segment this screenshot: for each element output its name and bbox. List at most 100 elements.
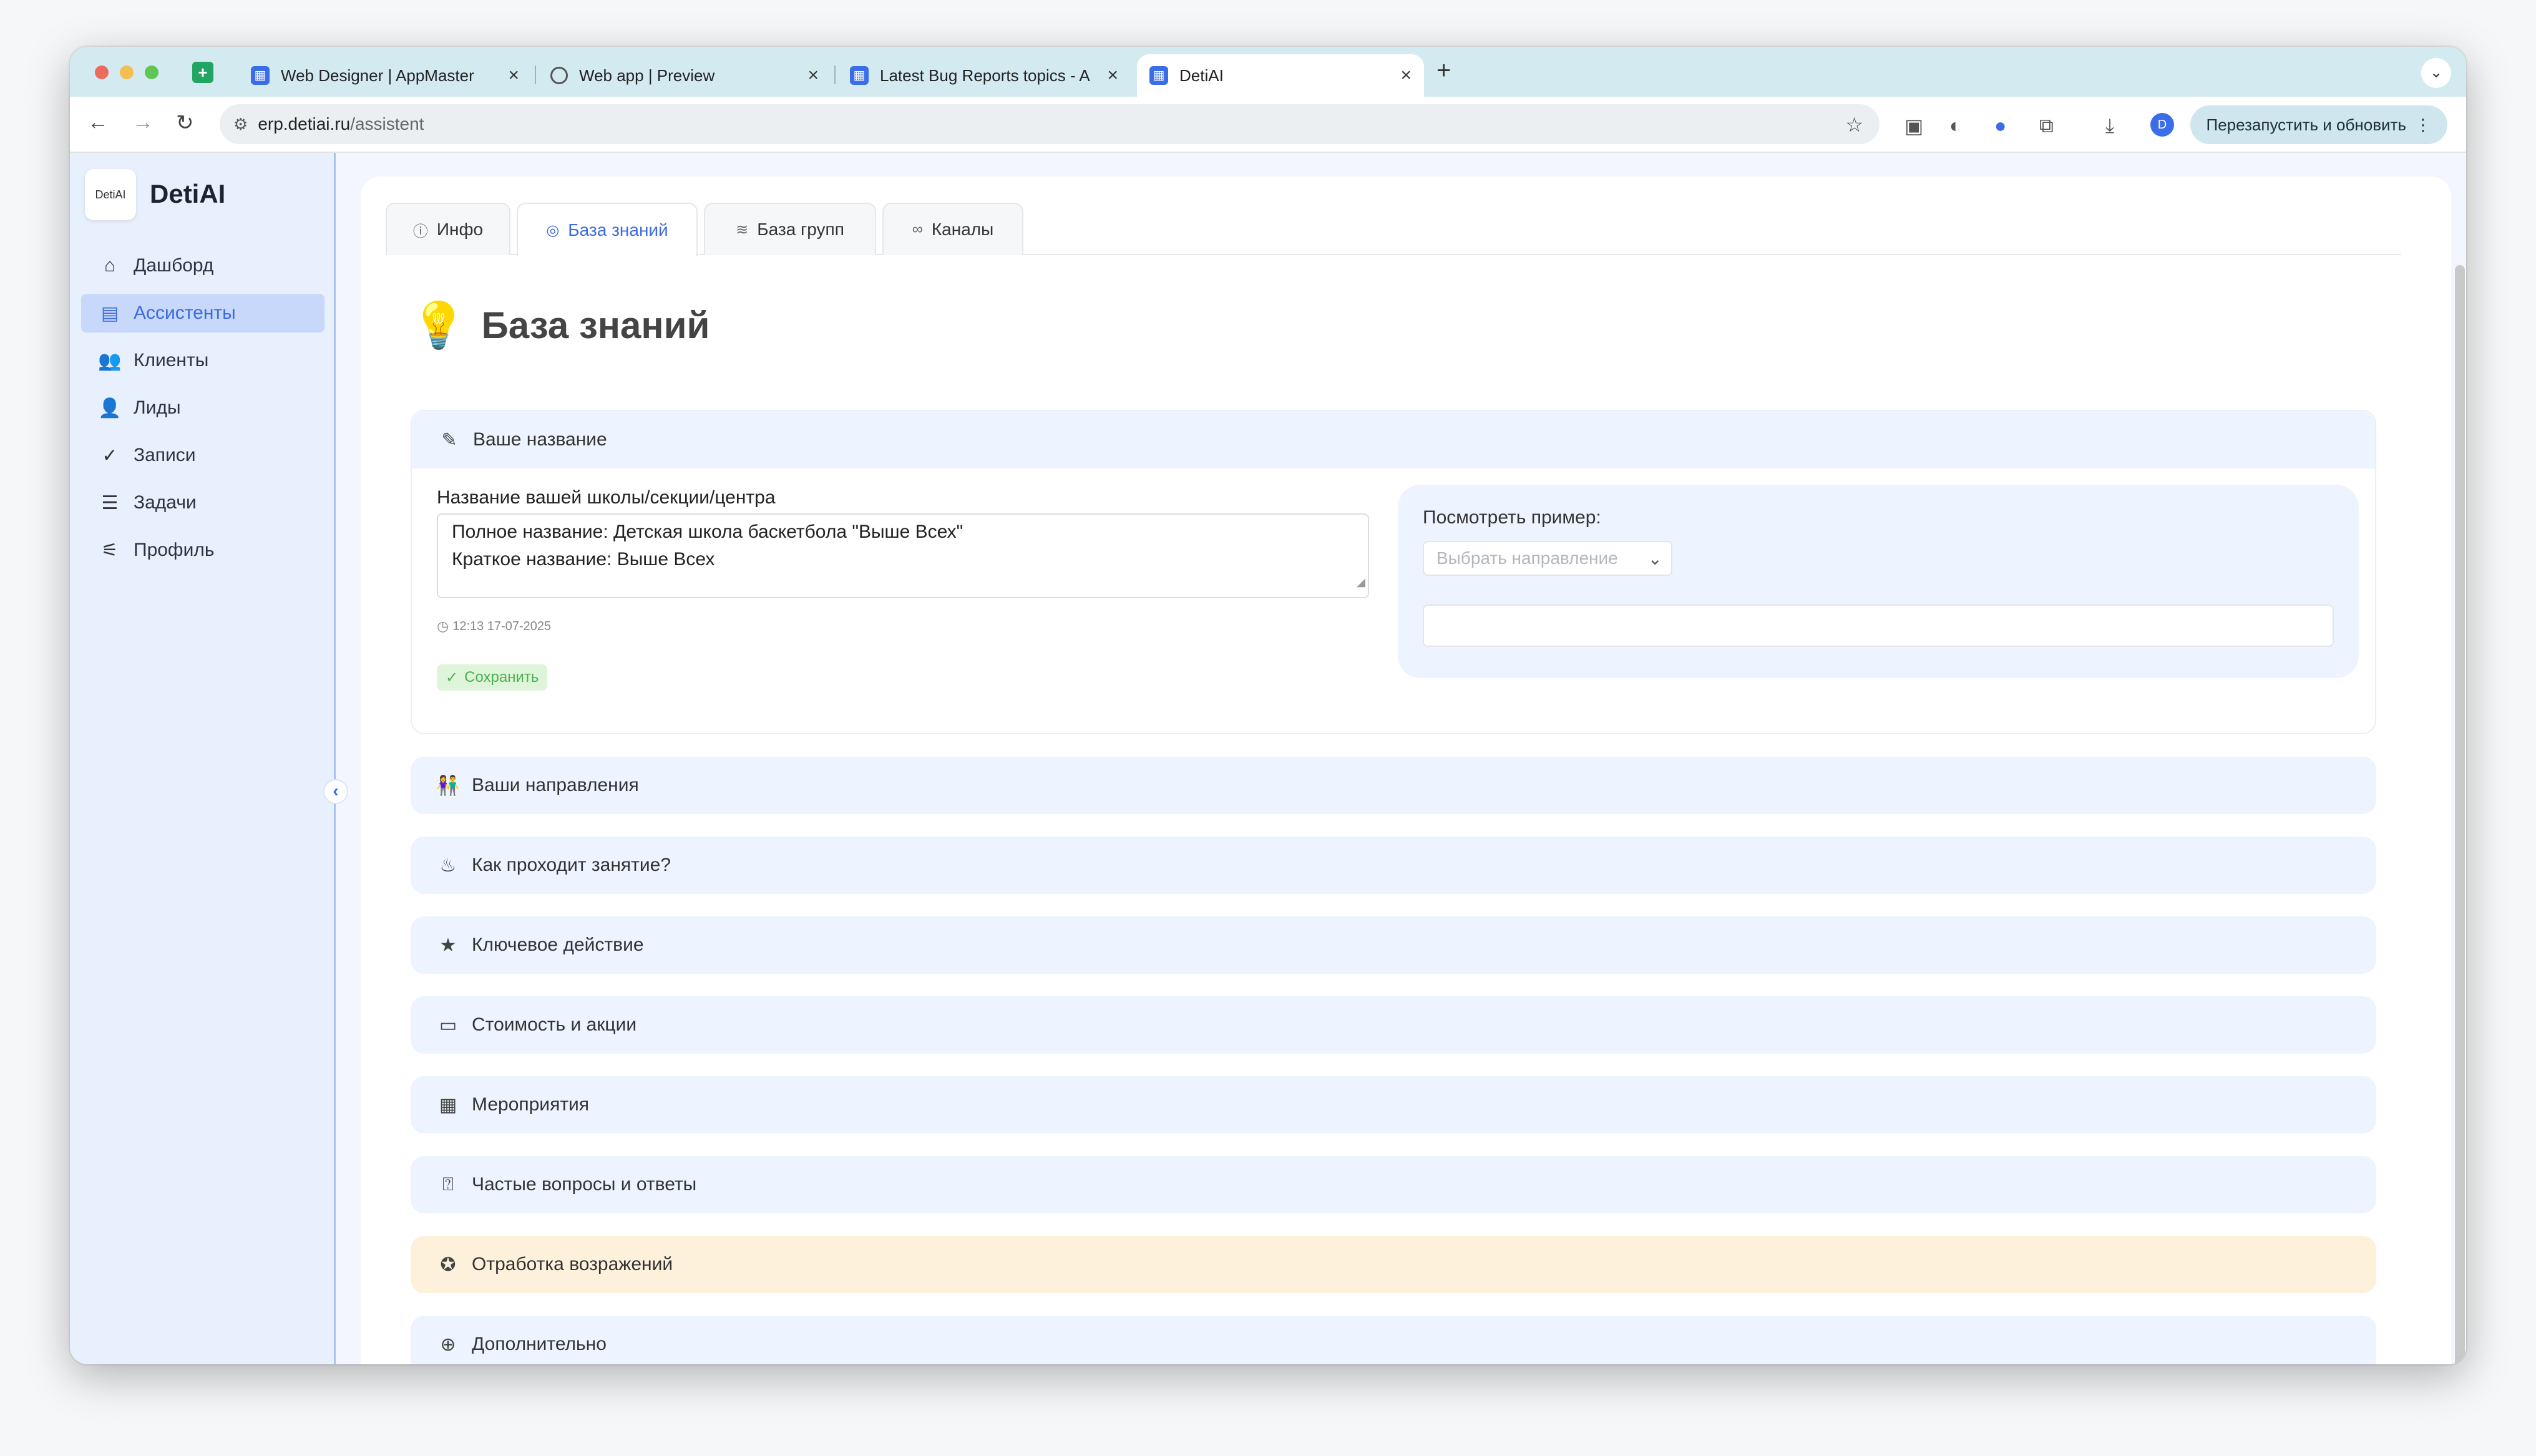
section-key-action[interactable]: ★ Ключевое действие (411, 916, 2376, 974)
tab-groups-base[interactable]: ≋ База групп (704, 203, 876, 255)
page-tabs: ⓘ Инфо ◎ База знаний ≋ База групп ∞ Кана… (386, 203, 2401, 256)
browser-tab[interactable]: ▦ Latest Bug Reports topics - A × (837, 54, 1131, 97)
site-settings-icon[interactable]: ⚙ (233, 115, 248, 134)
sheets-pinned-tab-icon[interactable]: + (192, 62, 213, 83)
section-directions[interactable]: 👫 Ваши направления (411, 757, 2376, 814)
appmaster-icon: ▦ (850, 66, 869, 85)
edit-icon: ✎ (441, 429, 457, 450)
sidebar-item-label: Задачи (134, 492, 197, 513)
example-output-field[interactable] (1423, 604, 2334, 647)
sidebar-item-dashboard[interactable]: ⌂ Дашборд (81, 246, 324, 285)
browser-window: + ▦ Web Designer | AppMaster × o Web app… (70, 47, 2466, 1364)
link-icon: ∞ (912, 221, 923, 238)
blue-dot-extension-icon[interactable]: ● (1994, 114, 2006, 137)
main-content: ⓘ Инфо ◎ База знаний ≋ База групп ∞ Кана… (361, 177, 2451, 1364)
flame-icon: ♨ (439, 855, 457, 876)
example-label: Посмотреть пример: (1423, 507, 1601, 528)
browser-tab-title: Web Designer | AppMaster (281, 66, 474, 85)
section-title: Отработка возражений (472, 1254, 673, 1274)
brain-icon: ◎ (546, 221, 560, 239)
sidebar-item-assistants[interactable]: ▤ Ассистенты (81, 294, 324, 332)
extension-icon[interactable]: ◐ (1949, 114, 1961, 137)
tab-separator (535, 66, 536, 84)
close-window-button[interactable] (95, 66, 109, 79)
new-tab-icon[interactable]: + (1436, 57, 1451, 85)
sidebar-item-clients[interactable]: 👥 Клиенты (81, 341, 324, 380)
app-area: DetiAI DetiAI ⌂ Дашборд ▤ Ассистенты 👥 К… (70, 153, 2466, 1364)
badge-icon: ✪ (440, 1254, 456, 1275)
close-tab-icon[interactable]: × (508, 65, 519, 86)
browser-toolbar: ← → ↻ ⚙ erp.detiai.ru/assistent ☆ ▣ ◐ ● … (70, 97, 2466, 153)
back-arrow-icon[interactable]: ← (87, 110, 109, 135)
section-objections[interactable]: ✪ Отработка возражений (411, 1236, 2376, 1293)
sidebar-item-label: Клиенты (134, 350, 209, 371)
star-icon: ★ (439, 934, 457, 956)
plus-circle-icon: ⊕ (440, 1334, 456, 1355)
tab-separator (834, 66, 836, 84)
section-events[interactable]: ▦ Мероприятия (411, 1076, 2376, 1133)
forward-arrow-icon[interactable]: → (132, 110, 154, 135)
address-bar[interactable]: ⚙ erp.detiai.ru/assistent ☆ (220, 104, 1880, 144)
name-section: ✎ Ваше название Название вашей школы/сек… (411, 410, 2376, 734)
close-tab-icon[interactable]: × (1107, 65, 1118, 86)
section-title: Частые вопросы и ответы (472, 1174, 697, 1195)
save-label: Сохранить (464, 669, 539, 686)
sliders-icon: ⚟ (101, 540, 119, 561)
timestamp-text: 12:13 17-07-2025 (452, 619, 552, 633)
app-name: DetiAI (150, 179, 226, 208)
sidebar-item-label: Лиды (134, 397, 181, 418)
section-pricing[interactable]: ▭ Стоимость и акции (411, 996, 2376, 1054)
tab-strip: + ▦ Web Designer | AppMaster × o Web app… (70, 47, 2466, 97)
tab-label: База знаний (568, 220, 668, 240)
tab-knowledge-base[interactable]: ◎ База знаний (517, 203, 698, 256)
sidebar-item-label: Ассистенты (134, 303, 236, 323)
school-name-value: Полное название: Детская школа баскетбол… (452, 522, 963, 570)
browser-tab[interactable]: o Web app | Preview × (538, 54, 831, 97)
school-name-label: Название вашей школы/секции/центра (437, 487, 776, 508)
check-icon: ✓ (446, 669, 459, 686)
sidebar-item-tasks[interactable]: ☰ Задачи (81, 483, 324, 522)
section-title: Как проходит занятие? (472, 855, 671, 875)
browser-tab[interactable]: ▦ Web Designer | AppMaster × (238, 54, 532, 97)
sidebar-item-label: Профиль (134, 540, 215, 560)
puzzle-extensions-icon[interactable]: ⧉ (2039, 114, 2054, 138)
list-icon: ☰ (101, 492, 119, 513)
section-title: Мероприятия (472, 1094, 590, 1115)
sidebar-item-leads[interactable]: 👤 Лиды (81, 389, 324, 427)
more-vertical-icon: ⋮ (2415, 115, 2431, 134)
section-title: Дополнительно (472, 1334, 607, 1354)
close-tab-icon[interactable]: × (1400, 65, 1412, 86)
section-faq[interactable]: ⍰ Частые вопросы и ответы (411, 1156, 2376, 1213)
resize-handle-icon[interactable]: ◢ (1357, 568, 1365, 596)
user-icon: 👤 (98, 397, 122, 419)
sidebar-item-label: Дашборд (134, 255, 214, 276)
zoom-window-button[interactable] (145, 66, 158, 79)
sidebar-item-records[interactable]: ✓ Записи (81, 436, 324, 475)
name-section-header[interactable]: ✎ Ваше название (412, 411, 2375, 468)
reload-icon[interactable]: ↻ (176, 110, 194, 135)
bookmark-star-icon[interactable]: ☆ (1845, 113, 1863, 137)
direction-select[interactable]: Выбрать направление ⌄ (1423, 541, 1672, 576)
example-panel: Посмотреть пример: Выбрать направление ⌄ (1398, 485, 2359, 678)
relaunch-label: Перезапустить и обновить (2206, 115, 2406, 134)
profile-avatar[interactable]: D (2150, 113, 2174, 137)
tab-search-chevron-icon[interactable]: ⌄ (2421, 58, 2451, 88)
shield-extension-icon[interactable]: ▣ (1904, 114, 1923, 138)
save-button[interactable]: ✓ Сохранить (437, 664, 548, 691)
page-scrollbar[interactable] (2455, 265, 2465, 1364)
question-icon: ⍰ (442, 1174, 454, 1195)
collapse-sidebar-button[interactable]: ‹ (323, 779, 348, 804)
id-card-icon: ▤ (100, 303, 119, 324)
tab-info[interactable]: ⓘ Инфо (386, 203, 510, 255)
section-title: Стоимость и акции (472, 1014, 637, 1035)
minimize-window-button[interactable] (120, 66, 134, 79)
school-name-textarea[interactable]: Полное название: Детская школа баскетбол… (437, 513, 1369, 598)
tab-channels[interactable]: ∞ Каналы (882, 203, 1023, 255)
section-lesson-flow[interactable]: ♨ Как проходит занятие? (411, 837, 2376, 894)
section-additional[interactable]: ⊕ Дополнительно (411, 1316, 2376, 1364)
browser-tab-active[interactable]: ▦ DetiAI × (1137, 54, 1424, 97)
close-tab-icon[interactable]: × (807, 65, 819, 86)
relaunch-update-button[interactable]: Перезапустить и обновить ⋮ (2190, 105, 2447, 144)
sidebar-item-profile[interactable]: ⚟ Профиль (81, 531, 324, 570)
download-icon[interactable]: ⤓ (2105, 114, 2114, 138)
